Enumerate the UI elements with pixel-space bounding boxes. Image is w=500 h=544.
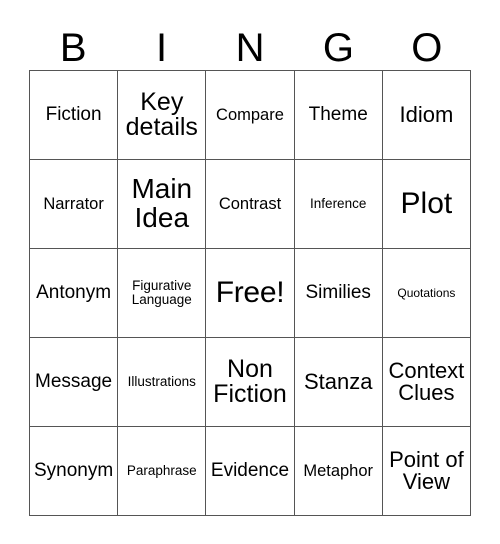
bingo-cell[interactable]: Metaphor (294, 427, 383, 516)
bingo-cell[interactable]: Contrast (206, 160, 295, 249)
bingo-cell[interactable]: Compare (206, 71, 295, 160)
bingo-cell-label: Illustrations (127, 374, 196, 390)
bingo-cell[interactable]: Key details (118, 71, 207, 160)
bingo-cell[interactable]: Inference (294, 160, 383, 249)
bingo-cell-label: Contrast (218, 194, 282, 213)
bingo-card: B I N G O Fiction Key details Compare Theme… (0, 0, 500, 544)
bingo-cell-label: Key details (125, 87, 198, 141)
bingo-cell-label: Main Idea (131, 173, 193, 233)
bingo-free-space[interactable]: Free! (206, 249, 295, 338)
bingo-cell-label: Figurative Language (131, 278, 192, 307)
bingo-cell[interactable]: Message (30, 338, 119, 427)
bingo-cell[interactable]: Evidence (206, 427, 295, 516)
bingo-grid: Fiction Key details Compare Theme Idiom Narra… (29, 70, 471, 516)
bingo-header-row: B I N G O (29, 18, 471, 70)
bingo-cell[interactable]: Plot (382, 160, 471, 249)
header-letter-n: N (235, 26, 265, 70)
bingo-cell[interactable]: Similies (294, 249, 383, 338)
bingo-cell[interactable]: Antonym (30, 249, 119, 338)
bingo-cell-label: Fiction (45, 104, 102, 126)
bingo-cell[interactable]: Idiom (382, 71, 471, 160)
bingo-cell-label: Context Clues (388, 357, 465, 405)
bingo-cell-label: Similies (305, 282, 371, 304)
bingo-cell-label: Compare (216, 105, 284, 124)
header-letter-i: I (156, 26, 168, 70)
bingo-cell-label: Point of View (389, 446, 464, 494)
bingo-cell-label: Metaphor (303, 461, 374, 480)
bingo-cell[interactable]: Figurative Language (118, 249, 207, 338)
header-letter-g: G (322, 26, 354, 70)
bingo-cell-label: Stanza (303, 368, 373, 394)
bingo-cell[interactable]: Theme (294, 71, 383, 160)
bingo-cell[interactable]: Context Clues (382, 338, 471, 427)
bingo-cell-label: Theme (308, 104, 368, 126)
bingo-cell[interactable]: Illustrations (118, 338, 207, 427)
bingo-cell-label: Message (35, 371, 113, 393)
bingo-cell[interactable]: Stanza (294, 338, 383, 427)
bingo-cell[interactable]: Synonym (30, 427, 119, 516)
bingo-cell-label: Non Fiction (213, 354, 287, 408)
bingo-cell-label: Antonym (36, 282, 112, 304)
bingo-cell-label: Idiom (399, 101, 454, 127)
bingo-cell-label: Plot (400, 186, 453, 220)
bingo-cell-label: Free! (215, 275, 285, 309)
header-letter-o: O (411, 26, 443, 70)
bingo-cell-label: Paraphrase (126, 463, 197, 479)
bingo-cell[interactable]: Paraphrase (118, 427, 207, 516)
bingo-cell[interactable]: Main Idea (118, 160, 207, 249)
bingo-cell[interactable]: Point of View (382, 427, 471, 516)
bingo-cell-label: Evidence (210, 460, 290, 482)
bingo-cell[interactable]: Narrator (30, 160, 119, 249)
bingo-cell[interactable]: Quotations (382, 249, 471, 338)
bingo-cell-label: Quotations (397, 285, 456, 300)
bingo-cell-label: Synonym (33, 460, 114, 482)
bingo-cell-label: Narrator (43, 194, 104, 213)
header-letter-b: B (59, 26, 87, 70)
bingo-cell-label: Inference (310, 196, 367, 212)
bingo-cell[interactable]: Fiction (30, 71, 119, 160)
bingo-cell[interactable]: Non Fiction (206, 338, 295, 427)
